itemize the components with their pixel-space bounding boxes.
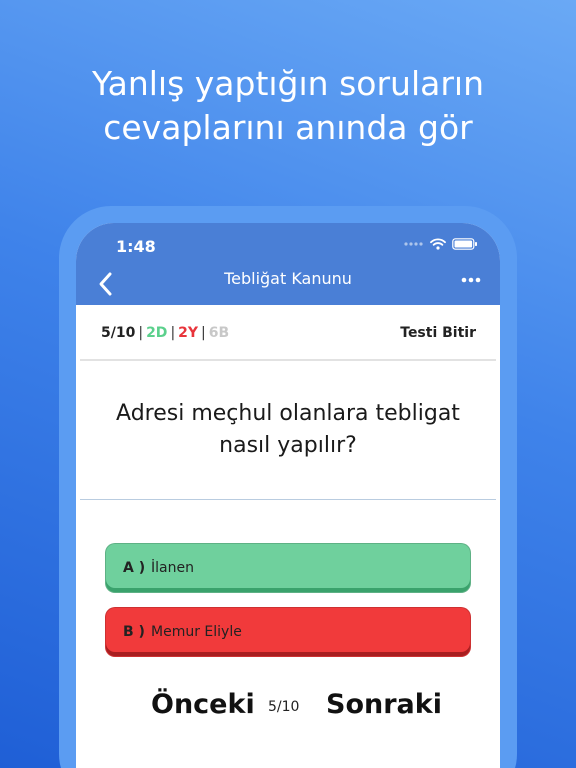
phone-screen: 1:48 Tebliğat Kanunu 5/10 | 2D | 2Y | 6B… — [76, 223, 500, 768]
previous-button[interactable]: Önceki — [151, 689, 255, 720]
status-icons — [404, 238, 478, 250]
next-button[interactable]: Sonraki — [326, 689, 442, 720]
answer-option-b[interactable]: B ) Memur Eliyle — [105, 607, 471, 657]
option-letter: A ) — [123, 560, 146, 576]
divider — [80, 359, 496, 361]
option-text: Memur Eliyle — [151, 624, 242, 640]
option-text: İlanen — [151, 560, 194, 576]
progress-total: 5/10 — [101, 325, 136, 341]
signal-dots-icon — [404, 242, 423, 246]
headline-line-2: cevaplarını anında gör — [103, 108, 473, 147]
wifi-icon — [430, 238, 446, 250]
battery-icon — [452, 238, 477, 250]
status-time: 1:48 — [116, 237, 156, 256]
status-bar: 1:48 — [76, 223, 500, 265]
question-navigation: Önceki 5/10 Sonraki — [76, 687, 500, 727]
answer-option-a[interactable]: A ) İlanen — [105, 543, 471, 593]
progress-separator: | — [138, 325, 144, 341]
end-test-button[interactable]: Testi Bitir — [400, 325, 476, 341]
page-indicator: 5/10 — [268, 699, 300, 715]
progress-separator: | — [201, 325, 206, 341]
question-text: Adresi meçhul olanlara tebligat nasıl ya… — [116, 401, 460, 458]
progress-separator: | — [170, 325, 176, 341]
more-horizontal-icon[interactable] — [460, 273, 482, 287]
nav-bar: Tebliğat Kanunu — [76, 265, 500, 305]
progress-summary: 5/10 | 2D | 2Y | 6B Testi Bitir — [101, 325, 476, 345]
divider — [80, 499, 496, 500]
option-letter: B ) — [123, 624, 145, 640]
progress-correct-count: 2D — [146, 325, 168, 341]
headline: Yanlış yaptığın soruların cevaplarını an… — [0, 62, 576, 150]
headline-line-1: Yanlış yaptığın soruların — [91, 64, 484, 103]
progress-wrong-count: 2Y — [178, 325, 199, 341]
nav-title: Tebliğat Kanunu — [224, 269, 352, 288]
progress-empty-count: 6B — [208, 325, 230, 341]
